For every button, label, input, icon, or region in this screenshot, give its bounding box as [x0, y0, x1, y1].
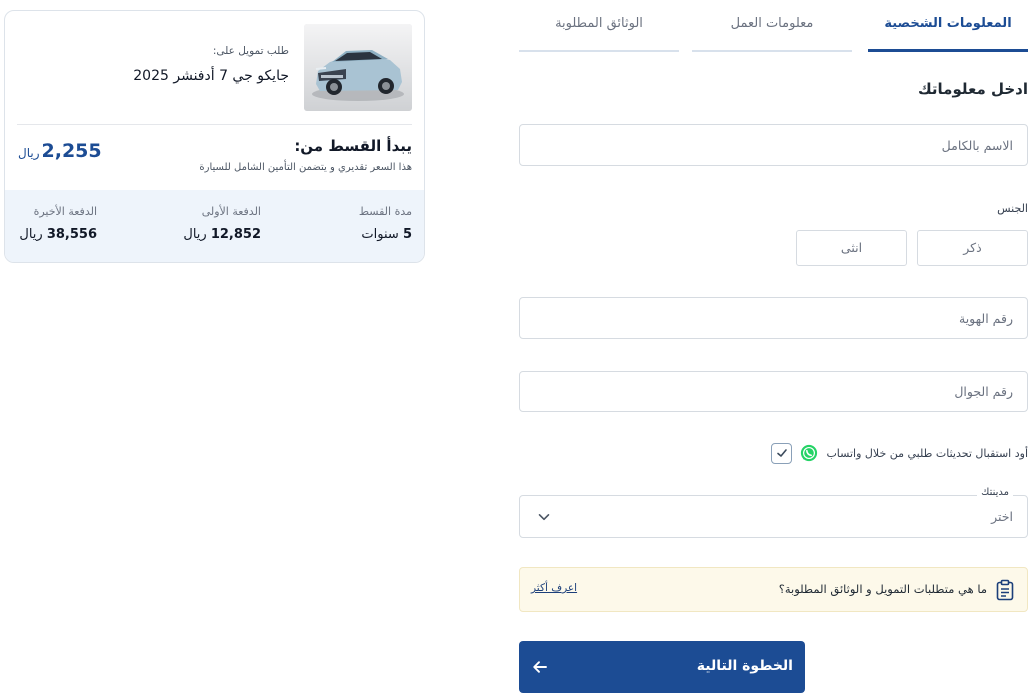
term-duration: مدة القسط 5 سنوات	[292, 205, 412, 242]
term-number: 12,852	[210, 227, 261, 242]
national-id-input[interactable]	[519, 297, 1028, 339]
term-label: الدفعة الأولى	[201, 205, 261, 218]
installment-starts-label: يبدأ القسط من:	[294, 137, 412, 155]
tab-personal-info[interactable]: المعلومات الشخصية	[868, 0, 1028, 52]
car-picture	[304, 24, 412, 111]
next-step-button[interactable]: الخطوة التالية	[519, 641, 805, 693]
term-value: 5 سنوات	[292, 227, 412, 242]
financing-requirements-banner: ما هي متطلبات التمويل و الوثائق المطلوبة…	[519, 567, 1028, 612]
clipboard-icon	[996, 579, 1014, 601]
car-name: جايكو جي 7 أدفنشر 2025	[133, 68, 289, 84]
check-icon	[777, 449, 787, 457]
whatsapp-consent-row: أود استقبال تحديثات طلبي من خلال واتساب	[771, 442, 1028, 464]
tab-required-documents[interactable]: الوثائق المطلوبة	[519, 0, 679, 52]
whatsapp-consent-label: أود استقبال تحديثات طلبي من خلال واتساب	[826, 446, 1028, 460]
term-down-payment: الدفعة الأولى 12,852 ريال	[141, 205, 261, 242]
gender-female-button[interactable]: انثى	[796, 230, 907, 266]
tab-label: الوثائق المطلوبة	[555, 16, 643, 31]
city-select[interactable]: مدينتك اختر	[519, 487, 1028, 538]
installment-price: ريال 2,255	[18, 140, 102, 162]
term-value: 38,556 ريال	[5, 227, 97, 242]
learn-more-link[interactable]: اعرف أكثر	[531, 582, 577, 594]
gender-male-button[interactable]: ذكر	[917, 230, 1028, 266]
price-note: هذا السعر تقديري و يتضمن التأمين الشامل …	[199, 162, 412, 173]
tab-label: المعلومات الشخصية	[884, 16, 1012, 31]
term-label: الدفعة الأخيرة	[33, 205, 97, 218]
term-final-payment: الدفعة الأخيرة 38,556 ريال	[5, 205, 97, 242]
financing-requirements-text: ما هي متطلبات التمويل و الوثائق المطلوبة…	[778, 582, 987, 596]
gender-label: الجنس	[997, 202, 1028, 215]
financing-terms: مدة القسط 5 سنوات الدفعة الأولى 12,852 ر…	[5, 190, 424, 262]
financing-summary-card: طلب تمويل على: جايكو جي 7 أدفنشر 2025 يب…	[4, 10, 425, 263]
term-unit: ريال	[183, 227, 207, 242]
next-step-label: الخطوة التالية	[696, 658, 793, 674]
tab-label: معلومات العمل	[730, 16, 814, 31]
full-name-input[interactable]	[519, 124, 1028, 166]
tab-underline	[868, 49, 1028, 52]
whatsapp-icon	[801, 444, 818, 462]
price-value: 2,255	[41, 140, 102, 162]
section-title: ادخل معلوماتك	[917, 80, 1028, 98]
term-unit: ريال	[19, 227, 43, 242]
term-number: 5	[402, 227, 412, 242]
term-unit: سنوات	[361, 227, 399, 242]
term-number: 38,556	[46, 227, 97, 242]
city-selected-value: اختر	[991, 509, 1013, 524]
mobile-input[interactable]	[519, 371, 1028, 412]
term-value: 12,852 ريال	[141, 227, 261, 242]
car-image	[304, 24, 412, 111]
tab-underline	[519, 50, 679, 52]
tab-underline	[692, 50, 852, 52]
card-divider	[17, 124, 412, 125]
tab-work-info[interactable]: معلومات العمل	[692, 0, 852, 52]
whatsapp-consent-checkbox[interactable]	[771, 442, 793, 464]
term-label: مدة القسط	[358, 205, 412, 218]
financing-label: طلب تمويل على:	[212, 45, 289, 57]
chevron-down-icon	[538, 514, 550, 521]
price-currency: ريال	[18, 146, 40, 160]
form-tabs: المعلومات الشخصية معلومات العمل الوثائق …	[519, 0, 1028, 52]
arrow-left-icon	[533, 661, 547, 673]
city-label: مدينتك	[977, 487, 1013, 498]
